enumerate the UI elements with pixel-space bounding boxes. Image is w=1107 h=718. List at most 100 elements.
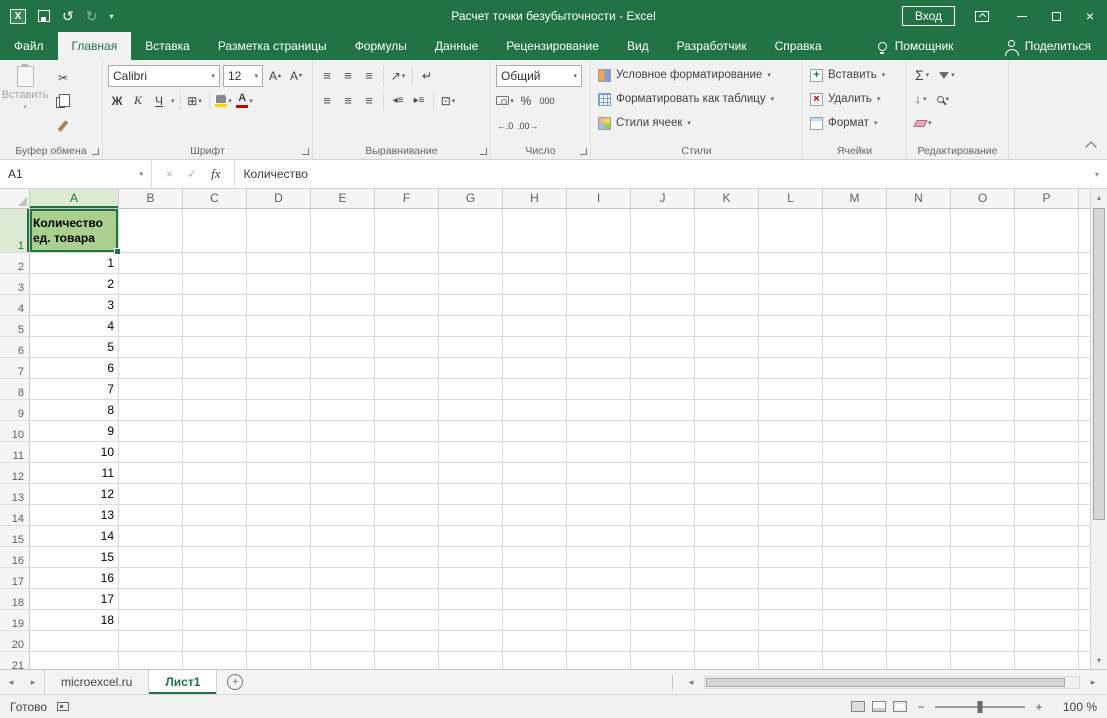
cell-H4[interactable] xyxy=(503,295,567,316)
cell-A9[interactable]: 8 xyxy=(30,400,119,421)
column-header-P[interactable]: P xyxy=(1015,189,1079,208)
cell-D14[interactable] xyxy=(247,505,311,526)
cell-C20[interactable] xyxy=(183,631,247,652)
cell-G19[interactable] xyxy=(439,610,503,631)
cell-K9[interactable] xyxy=(695,400,759,421)
cell-N6[interactable] xyxy=(887,337,951,358)
cell-P16[interactable] xyxy=(1015,547,1079,568)
cell-O19[interactable] xyxy=(951,610,1015,631)
clear-button[interactable]: ▾ xyxy=(915,119,932,127)
wrap-text-button[interactable]: ↵ xyxy=(418,66,436,86)
cell-L11[interactable] xyxy=(759,442,823,463)
cell-H15[interactable] xyxy=(503,526,567,547)
cell-A8[interactable]: 7 xyxy=(30,379,119,400)
cell-H17[interactable] xyxy=(503,568,567,589)
cell-G11[interactable] xyxy=(439,442,503,463)
cell-H2[interactable] xyxy=(503,253,567,274)
cell-G7[interactable] xyxy=(439,358,503,379)
cell-M15[interactable] xyxy=(823,526,887,547)
cell-L13[interactable] xyxy=(759,484,823,505)
cell-N8[interactable] xyxy=(887,379,951,400)
hscroll-right-icon[interactable]: ▸ xyxy=(1082,677,1104,688)
cell-B5[interactable] xyxy=(119,316,183,337)
cell-P6[interactable] xyxy=(1015,337,1079,358)
cell-J5[interactable] xyxy=(631,316,695,337)
cell-N17[interactable] xyxy=(887,568,951,589)
cell-G4[interactable] xyxy=(439,295,503,316)
cell-I3[interactable] xyxy=(567,274,631,295)
cell-C13[interactable] xyxy=(183,484,247,505)
fill-color-button[interactable]: ▾ xyxy=(215,91,233,111)
cell-H8[interactable] xyxy=(503,379,567,400)
scroll-up-icon[interactable]: ▴ xyxy=(1091,189,1107,206)
cell-F13[interactable] xyxy=(375,484,439,505)
cell-E14[interactable] xyxy=(311,505,375,526)
cell-K5[interactable] xyxy=(695,316,759,337)
cell-G15[interactable] xyxy=(439,526,503,547)
align-middle-button[interactable]: ≡ xyxy=(339,66,357,86)
cell-D19[interactable] xyxy=(247,610,311,631)
expand-formula-bar-icon[interactable]: ▾ xyxy=(1087,160,1107,188)
cell-E1[interactable] xyxy=(311,209,375,253)
orientation-button[interactable]: ↗▾ xyxy=(389,66,407,86)
cell-O1[interactable] xyxy=(951,209,1015,253)
cell-J8[interactable] xyxy=(631,379,695,400)
cell-D11[interactable] xyxy=(247,442,311,463)
cell-J9[interactable] xyxy=(631,400,695,421)
cell-J6[interactable] xyxy=(631,337,695,358)
cell-F10[interactable] xyxy=(375,421,439,442)
cell-J18[interactable] xyxy=(631,589,695,610)
row-header-18[interactable]: 18 xyxy=(0,589,30,610)
cell-F16[interactable] xyxy=(375,547,439,568)
cell-J10[interactable] xyxy=(631,421,695,442)
scroll-down-icon[interactable]: ▾ xyxy=(1091,652,1107,669)
cell-E19[interactable] xyxy=(311,610,375,631)
align-right-button[interactable]: ≡ xyxy=(360,91,378,111)
undo-icon[interactable]: ↺ xyxy=(62,8,74,25)
cell-D6[interactable] xyxy=(247,337,311,358)
cell-P14[interactable] xyxy=(1015,505,1079,526)
number-dialog-launcher-icon[interactable] xyxy=(580,148,587,155)
cell-F5[interactable] xyxy=(375,316,439,337)
cell-B17[interactable] xyxy=(119,568,183,589)
cell-I20[interactable] xyxy=(567,631,631,652)
cell-H16[interactable] xyxy=(503,547,567,568)
align-center-button[interactable]: ≡ xyxy=(339,91,357,111)
cell-J1[interactable] xyxy=(631,209,695,253)
cell-I19[interactable] xyxy=(567,610,631,631)
cell-K11[interactable] xyxy=(695,442,759,463)
cell-P11[interactable] xyxy=(1015,442,1079,463)
ribbon-tab-view[interactable]: Вид xyxy=(613,32,663,60)
fill-button[interactable]: ↓▾ xyxy=(915,92,927,106)
cell-K8[interactable] xyxy=(695,379,759,400)
row-header-10[interactable]: 10 xyxy=(0,421,30,442)
cell-D5[interactable] xyxy=(247,316,311,337)
cell-I4[interactable] xyxy=(567,295,631,316)
ribbon-tab-review[interactable]: Рецензирование xyxy=(492,32,613,60)
font-size-combo[interactable]: 12▾ xyxy=(223,65,263,87)
cell-L12[interactable] xyxy=(759,463,823,484)
ribbon-tab-insert[interactable]: Вставка xyxy=(131,32,204,60)
row-header-1[interactable]: 1 xyxy=(0,209,30,253)
cell-N10[interactable] xyxy=(887,421,951,442)
cell-J21[interactable] xyxy=(631,652,695,669)
cell-L4[interactable] xyxy=(759,295,823,316)
cell-I11[interactable] xyxy=(567,442,631,463)
cell-D12[interactable] xyxy=(247,463,311,484)
cell-N5[interactable] xyxy=(887,316,951,337)
cell-M13[interactable] xyxy=(823,484,887,505)
currency-format-button[interactable]: ▾ xyxy=(496,91,514,111)
cell-O21[interactable] xyxy=(951,652,1015,669)
row-header-20[interactable]: 20 xyxy=(0,631,30,652)
select-all-corner[interactable] xyxy=(0,189,30,208)
cell-F12[interactable] xyxy=(375,463,439,484)
cell-J12[interactable] xyxy=(631,463,695,484)
row-header-21[interactable]: 21 xyxy=(0,652,30,669)
cell-O7[interactable] xyxy=(951,358,1015,379)
cell-K10[interactable] xyxy=(695,421,759,442)
cell-F20[interactable] xyxy=(375,631,439,652)
cell-E16[interactable] xyxy=(311,547,375,568)
cell-C1[interactable] xyxy=(183,209,247,253)
cell-O5[interactable] xyxy=(951,316,1015,337)
column-header-L[interactable]: L xyxy=(759,189,823,208)
